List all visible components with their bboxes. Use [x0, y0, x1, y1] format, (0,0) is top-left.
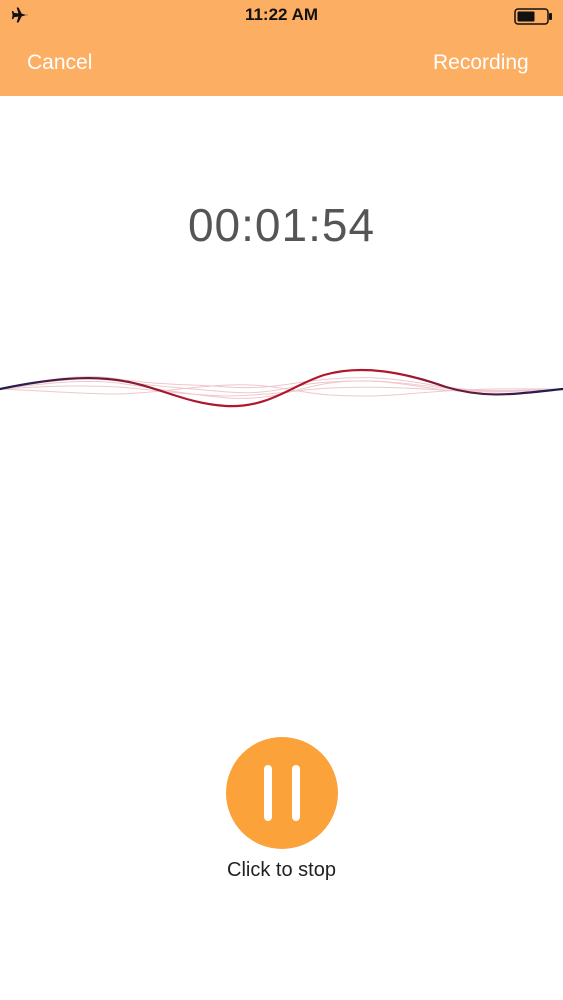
pause-bar-right — [292, 765, 300, 821]
recording-screen: 11:22 AM Cancel Recording 00:01:54 Click… — [0, 0, 563, 1000]
header: 11:22 AM Cancel Recording — [0, 0, 563, 96]
recording-title: Recording — [433, 51, 529, 74]
pause-bar-left — [264, 765, 272, 821]
audio-waveform — [0, 369, 563, 408]
battery-icon — [514, 8, 552, 25]
elapsed-timer: 00:01:54 — [187, 199, 376, 251]
pause-stop-button[interactable] — [226, 737, 338, 849]
status-bar: 11:22 AM — [0, 0, 563, 32]
cancel-button[interactable]: Cancel — [27, 51, 92, 75]
status-time: 11:22 AM — [244, 5, 319, 24]
click-to-stop-label: Click to stop — [227, 859, 336, 881]
